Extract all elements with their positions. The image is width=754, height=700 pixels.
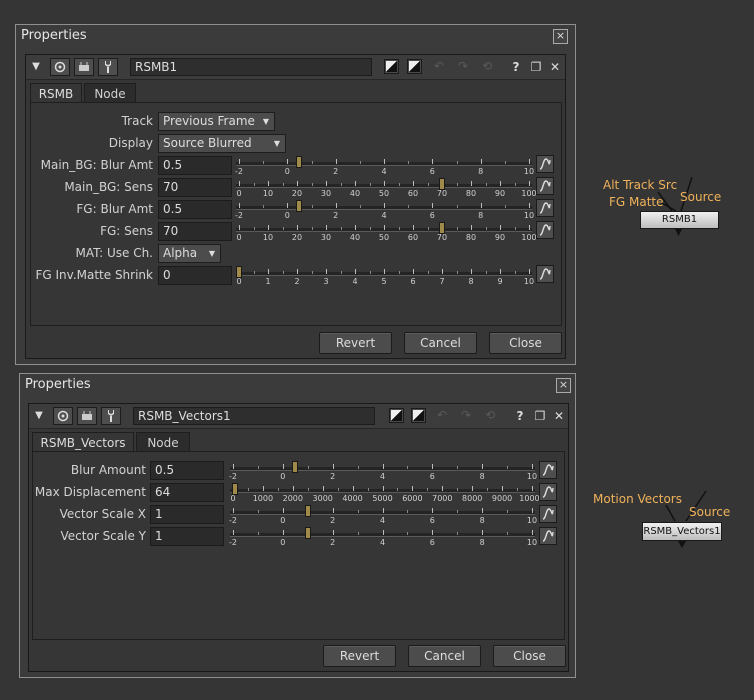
node1-input-fg-matte: FG Matte — [609, 195, 664, 209]
node2-input-source: Source — [689, 505, 731, 519]
rsmb1-node[interactable]: RSMB1 — [640, 211, 719, 229]
node-graph-wires — [657, 176, 707, 548]
rsmb-vectors1-node[interactable]: RSMB_Vectors1 — [642, 522, 722, 541]
node1-input-alt-track-src: Alt Track Src — [603, 178, 678, 192]
node2-input-motion-vectors: Motion Vectors — [593, 492, 682, 506]
node1-input-source: Source — [680, 190, 722, 204]
